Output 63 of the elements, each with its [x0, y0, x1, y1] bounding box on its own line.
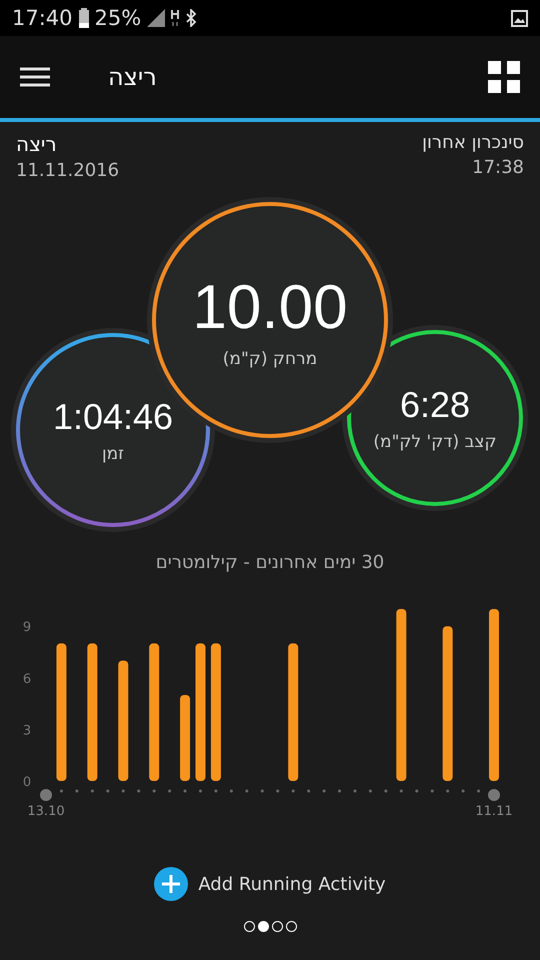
day-dot: [353, 790, 356, 792]
metric-label: מרחק (ק"מ): [222, 348, 318, 368]
day-dot: [168, 790, 172, 792]
metric-label: קצב (דק' לק"מ): [373, 432, 497, 452]
day-dot: [137, 790, 140, 792]
y-tick-label: 3: [22, 723, 32, 738]
y-tick-label: 6: [22, 672, 32, 687]
x-tick-label: 13.10: [27, 804, 65, 819]
bluetooth-icon: [185, 9, 198, 27]
menu-icon[interactable]: [20, 67, 50, 87]
activity-date: 11.11.2016: [16, 160, 120, 181]
last-sync-label: סינכרון אחרון: [422, 132, 524, 153]
day-dot: [338, 790, 342, 792]
day-dot: [60, 790, 63, 792]
day-dot: [307, 790, 310, 792]
page-indicator-dot[interactable]: [272, 921, 282, 932]
signal-icon: [147, 9, 166, 27]
day-dot: [245, 790, 248, 792]
day-dot: [230, 790, 233, 792]
y-tick-label: 0: [22, 775, 32, 790]
day-dot: [152, 790, 156, 792]
page-indicator-dot[interactable]: [244, 921, 254, 932]
last-sync-time: 17:38: [472, 157, 524, 178]
plus-icon: [154, 867, 188, 901]
day-dot: [260, 790, 264, 792]
day-dot: [106, 790, 110, 792]
status-time: 17:40: [12, 6, 73, 30]
day-dot: [122, 790, 125, 792]
image-icon: [511, 10, 528, 26]
add-activity-button[interactable]: Add Running Activity: [154, 867, 386, 901]
x-tick-label: 11.11: [475, 804, 513, 819]
app-bar-title: ריצה: [108, 63, 158, 91]
day-dot: [276, 790, 280, 792]
battery-percent: 25%: [94, 6, 142, 30]
y-tick-label: 9: [22, 620, 32, 636]
grid-icon[interactable]: [488, 61, 520, 93]
page-indicator-dot[interactable]: [286, 921, 296, 932]
day-dot: [198, 790, 202, 792]
activity-name: ריצה: [16, 132, 57, 156]
day-dot: [430, 790, 434, 792]
day-dot: [400, 790, 403, 792]
day-dot: [90, 790, 94, 792]
day-dot: [368, 790, 372, 792]
metric-label: זמן: [102, 444, 124, 464]
day-dot: [184, 790, 187, 792]
day-dot: [292, 790, 295, 792]
day-dot: [446, 790, 450, 792]
day-dot: [477, 790, 480, 792]
day-dot: [214, 790, 218, 792]
page-indicator-dot[interactable]: [258, 921, 268, 932]
metric-value: 1:04:46: [52, 396, 174, 438]
day-dot: [384, 790, 388, 792]
axis-end-dot: [488, 789, 500, 801]
metric-value: 10.00: [192, 272, 348, 342]
day-dot: [322, 790, 326, 792]
battery-icon: [78, 8, 89, 28]
day-dot: [462, 790, 465, 792]
day-dot: [415, 790, 418, 792]
axis-end-dot: [40, 789, 52, 801]
day-dot: [75, 790, 78, 792]
chart-title: 30 ימים אחרונים - קילומטרים: [154, 552, 386, 573]
metric-value: 6:28: [400, 384, 470, 426]
network-type-icon: [171, 10, 180, 26]
